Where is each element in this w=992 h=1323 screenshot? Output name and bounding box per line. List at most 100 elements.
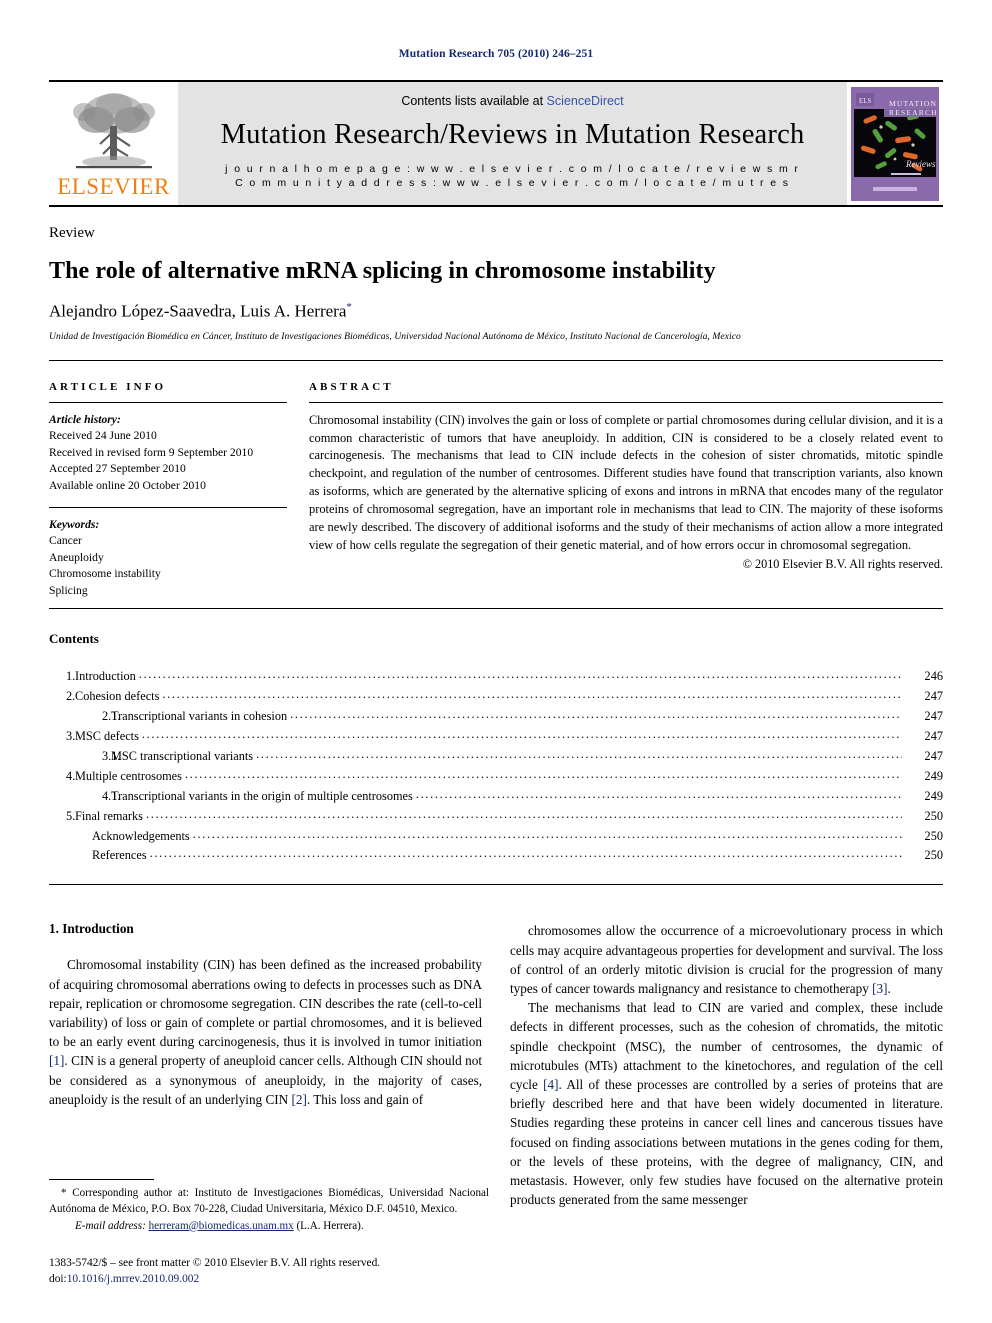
head-divider xyxy=(49,359,943,361)
journal-homepage-line[interactable]: j o u r n a l h o m e p a g e : w w w . … xyxy=(225,163,800,177)
svg-text:ELS: ELS xyxy=(859,97,872,105)
masthead-center: Contents lists available at ScienceDirec… xyxy=(178,82,847,205)
toc-entry[interactable]: 1. Introduction ........................… xyxy=(49,667,943,687)
journal-title: Mutation Research/Reviews in Mutation Re… xyxy=(220,119,805,151)
abstract-label: ABSTRACT xyxy=(309,380,394,393)
email-label: E-mail address: xyxy=(75,1219,146,1232)
contents-available-line: Contents lists available at ScienceDirec… xyxy=(401,94,623,108)
toc-page-number: 249 xyxy=(924,768,943,783)
history-item: Accepted 27 September 2010 xyxy=(49,462,186,476)
abstract-column: ABSTRACT Chromosomal instability (CIN) i… xyxy=(309,381,943,600)
keyword-item: Chromosome instability xyxy=(49,567,161,581)
toc-label: Multiple centrosomes xyxy=(75,768,182,783)
corresponding-author-marker: * xyxy=(346,301,352,314)
article-type: Review xyxy=(49,225,95,241)
doi-label: doi: xyxy=(49,1272,67,1285)
info-abstract-row: ARTICLE INFO Article history: Received 2… xyxy=(49,381,943,600)
cover-title-1: MUTATION xyxy=(889,99,937,108)
article-info-label: ARTICLE INFO xyxy=(49,380,167,393)
body-columns: 1. Introduction Chromosomal instability … xyxy=(49,921,943,1209)
reference-link[interactable]: [4] xyxy=(543,1077,558,1092)
reference-link[interactable]: [3] xyxy=(872,981,887,996)
article-info-column: ARTICLE INFO Article history: Received 2… xyxy=(49,381,309,600)
toc-number: 3. xyxy=(66,728,76,743)
corresponding-author-note: * Corresponding author at: Instituto de … xyxy=(49,1186,489,1215)
toc-label: Cohesion defects xyxy=(75,689,160,704)
body-column-right: chromosomes allow the occurrence of a mi… xyxy=(510,921,943,1209)
toc-entry[interactable]: 3. MSC defects .........................… xyxy=(49,727,943,747)
toc-label: Introduction xyxy=(75,669,136,684)
author-names: Alejandro López-Saavedra, Luis A. Herrer… xyxy=(49,301,347,321)
elsevier-tree-icon xyxy=(72,93,155,169)
keywords-block: Keywords: Cancer Aneuploidy Chromosome i… xyxy=(49,517,287,599)
toc-page-number: 250 xyxy=(924,848,943,863)
toc-page-number: 250 xyxy=(924,828,943,843)
toc-leader: ........................................… xyxy=(138,667,902,682)
toc-label: Transcriptional variants in cohesion xyxy=(111,709,288,724)
article-info-rule xyxy=(49,401,287,403)
toc-page-number: 247 xyxy=(924,728,943,743)
journal-cover-image: ELS MUTATION RESEARCH Reviews xyxy=(851,86,939,201)
body-column-left: 1. Introduction Chromosomal instability … xyxy=(49,921,482,1209)
toc-label: References xyxy=(92,848,147,863)
body-paragraph: chromosomes allow the occurrence of a mi… xyxy=(510,923,943,996)
abstract-rule xyxy=(309,401,943,403)
toc-leader: ........................................… xyxy=(145,806,902,821)
reference-link[interactable]: [2] xyxy=(291,1092,306,1107)
abstract-bottom-rule xyxy=(49,608,943,610)
article-history-label: Article history: xyxy=(49,412,121,426)
reference-link[interactable]: [1] xyxy=(49,1053,64,1068)
toc-number: 5. xyxy=(66,808,76,823)
toc-label: MSC transcriptional variants xyxy=(111,748,254,763)
journal-masthead: ELSEVIER Contents lists available at Sci… xyxy=(49,80,943,207)
toc-number: 3.1. xyxy=(102,748,121,763)
toc-entry[interactable]: 2. Cohesion defects ....................… xyxy=(49,687,943,707)
toc-entry[interactable]: 3.1. MSC transcriptional variants ......… xyxy=(49,747,943,767)
toc-leader: ........................................… xyxy=(415,786,902,801)
running-head: Mutation Research 705 (2010) 246–251 xyxy=(398,48,594,60)
table-of-contents: 1. Introduction ........................… xyxy=(49,667,943,866)
cover-title-2: RESEARCH xyxy=(889,108,938,117)
toc-entry[interactable]: 4.1. Transcriptional variants in the ori… xyxy=(49,787,943,807)
body-paragraph: Chromosomal instability (CIN) has been d… xyxy=(49,957,482,1107)
journal-cover-art: ELS MUTATION RESEARCH Reviews xyxy=(851,86,939,201)
toc-entry[interactable]: Acknowledgements .......................… xyxy=(49,827,943,847)
contents-bottom-rule xyxy=(49,884,943,886)
doi-link[interactable]: 10.1016/j.mrrev.2010.09.002 xyxy=(67,1273,199,1285)
keywords-label: Keywords: xyxy=(49,518,100,531)
toc-page-number: 247 xyxy=(924,689,943,704)
doi-line: doi:10.1016/j.mrrev.2010.09.002 xyxy=(49,1271,489,1287)
author-affiliation: Unidad de Investigación Biomédica en Cán… xyxy=(49,330,741,342)
body-paragraph: The mechanisms that lead to CIN are vari… xyxy=(510,1000,943,1208)
cover-subtitle: Reviews xyxy=(905,159,936,169)
keyword-item: Aneuploidy xyxy=(49,550,104,564)
footnote-rule xyxy=(49,1178,154,1180)
toc-number: 2. xyxy=(66,689,76,704)
sciencedirect-link[interactable]: ScienceDirect xyxy=(547,94,624,108)
footnote-zone: * Corresponding author at: Instituto de … xyxy=(49,1178,489,1287)
email-link[interactable]: herreram@biomedicas.unam.mx xyxy=(149,1220,294,1232)
toc-entry[interactable]: 2.1. Transcriptional variants in cohesio… xyxy=(49,707,943,727)
toc-label: Final remarks xyxy=(75,808,143,823)
contents-heading: Contents xyxy=(49,631,99,647)
abstract-copyright: © 2010 Elsevier B.V. All rights reserved… xyxy=(742,556,943,571)
toc-entry[interactable]: 4. Multiple centrosomes ................… xyxy=(49,767,943,787)
toc-page-number: 249 xyxy=(924,788,943,803)
contents-prefix: Contents lists available at xyxy=(401,94,547,109)
journal-homepage-block: j o u r n a l h o m e p a g e : w w w . … xyxy=(225,163,800,191)
issn-line: 1383-5742/$ – see front matter © 2010 El… xyxy=(49,1256,381,1269)
elsevier-wordmark: ELSEVIER xyxy=(57,174,170,199)
article-page: Mutation Research 705 (2010) 246–251 ELS… xyxy=(0,0,992,1323)
keywords-rule xyxy=(49,507,287,508)
toc-entry[interactable]: References .............................… xyxy=(49,846,943,866)
section-heading-introduction: 1. Introduction xyxy=(49,921,134,937)
toc-page-number: 247 xyxy=(924,709,943,724)
toc-label: Acknowledgements xyxy=(92,828,190,843)
toc-leader: ........................................… xyxy=(141,726,902,741)
toc-entry[interactable]: 5. Final remarks .......................… xyxy=(49,807,943,827)
history-item: Received 24 June 2010 xyxy=(49,429,157,443)
toc-number: 4. xyxy=(66,768,76,783)
journal-community-line[interactable]: C o m m u n i t y a d d r e s s : w w w … xyxy=(225,177,800,191)
toc-number: 1. xyxy=(66,669,76,684)
journal-cover-thumbnail: ELS MUTATION RESEARCH Reviews xyxy=(847,82,943,205)
